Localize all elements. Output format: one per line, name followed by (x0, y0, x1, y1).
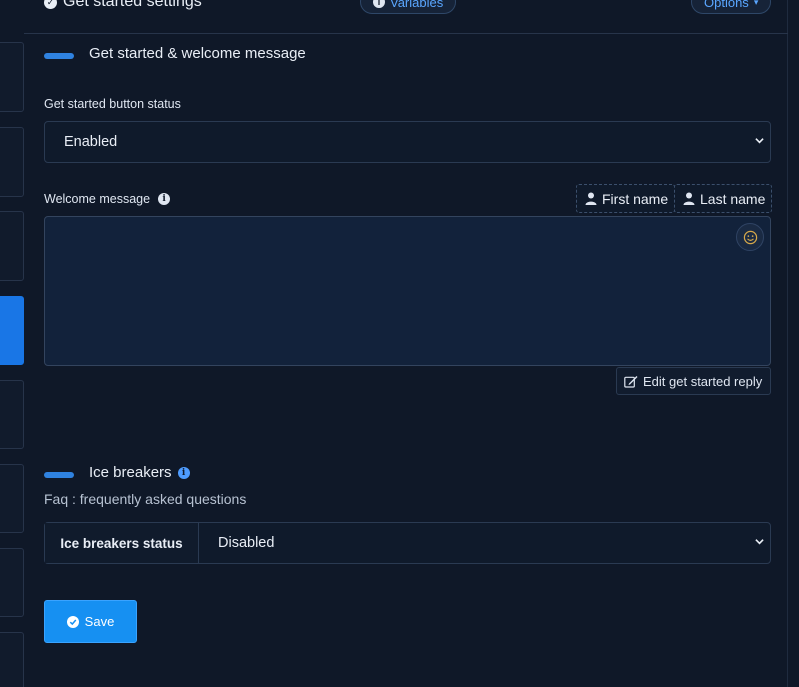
sidebar-item[interactable] (0, 464, 24, 533)
welcome-message-textarea[interactable] (44, 216, 771, 366)
ice-breakers-status-label: Ice breakers status (45, 523, 199, 563)
sidebar-item[interactable] (0, 548, 24, 617)
button-status-value: Enabled (64, 134, 118, 150)
sidebar-item[interactable] (0, 211, 24, 281)
chevron-down-icon (755, 539, 764, 545)
sidebar-item[interactable] (0, 127, 24, 197)
variables-button[interactable]: i Variables (360, 0, 457, 14)
edit-reply-label: Edit get started reply (643, 373, 763, 389)
ice-section-title-row: Ice breakers i (89, 464, 190, 481)
right-divider (787, 0, 788, 687)
last-name-label: Last name (700, 190, 766, 207)
welcome-section-title: Get started & welcome message (89, 45, 306, 62)
ice-section-title: Ice breakers (89, 464, 172, 481)
options-label: Options (704, 0, 749, 10)
ice-breakers-status-value: Disabled (218, 535, 275, 551)
info-icon[interactable]: i (158, 193, 171, 205)
welcome-label: Welcome message (44, 192, 151, 206)
section-marker (44, 53, 74, 59)
page-title-text: Get started settings (63, 0, 202, 10)
welcome-label-row: Welcome message i (44, 192, 171, 206)
variables-label: Variables (390, 0, 444, 10)
emoji-button[interactable] (736, 223, 764, 251)
last-name-variable-button[interactable]: Last name (674, 184, 773, 213)
save-button[interactable]: Save (44, 600, 137, 643)
sidebar-item[interactable] (0, 42, 24, 112)
check-circle-icon (66, 615, 79, 628)
user-icon (585, 192, 597, 205)
user-icon (683, 192, 695, 205)
ice-breakers-status-group: Ice breakers status Disabled (44, 522, 771, 564)
chevron-down-icon (755, 138, 764, 144)
ice-breakers-status-select[interactable]: Disabled (199, 523, 770, 563)
info-icon: i (373, 0, 385, 8)
page: ✓ Get started settings i Variables Optio… (0, 0, 799, 687)
ice-description: Faq : frequently asked questions (44, 491, 247, 507)
button-status-label: Get started button status (44, 97, 181, 111)
chevron-circle-icon: ✓ (44, 0, 57, 9)
save-label: Save (84, 614, 115, 629)
edit-get-started-reply-button[interactable]: Edit get started reply (616, 367, 771, 395)
sidebar-item[interactable] (0, 380, 24, 449)
emoji-icon (743, 230, 757, 244)
info-icon[interactable]: i (177, 466, 190, 479)
edit-icon (624, 375, 638, 388)
chevron-down-icon: ▾ (753, 0, 759, 7)
section-marker (44, 472, 74, 478)
page-title: ✓ Get started settings (44, 0, 202, 11)
button-status-select[interactable]: Enabled (44, 121, 771, 163)
options-button[interactable]: Options ▾ (691, 0, 772, 14)
header: ✓ Get started settings i Variables Optio… (24, 0, 788, 34)
sidebar-item[interactable] (0, 632, 24, 687)
first-name-label: First name (602, 190, 669, 207)
first-name-variable-button[interactable]: First name (576, 184, 676, 213)
sidebar-item-active[interactable] (0, 296, 24, 365)
